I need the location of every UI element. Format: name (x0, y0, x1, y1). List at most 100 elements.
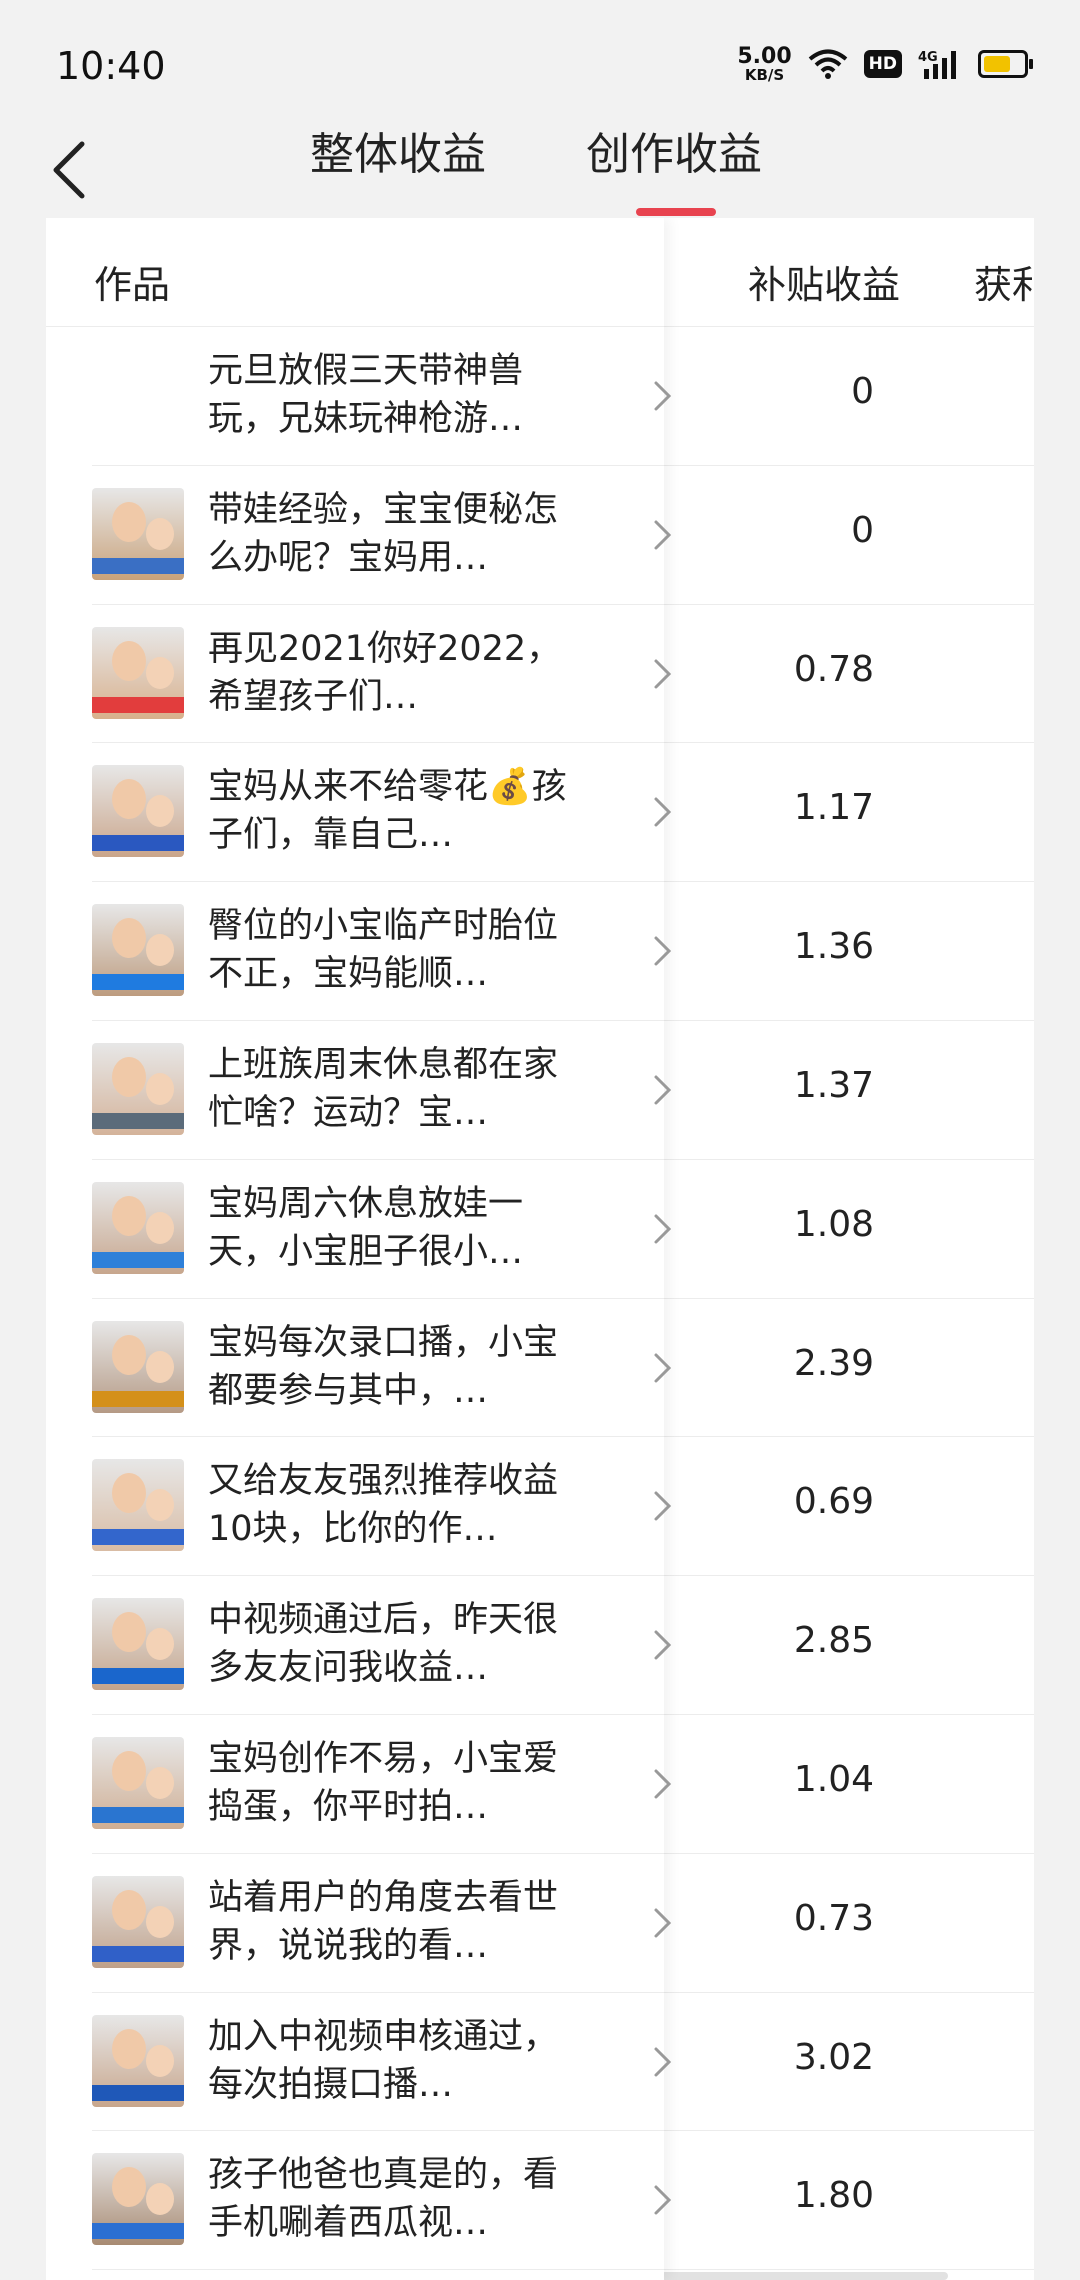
video-thumbnail[interactable] (92, 1875, 184, 1968)
hd-icon: HD (863, 50, 902, 78)
video-title[interactable]: 臀位的小宝临产时胎位不正，宝妈能顺… (208, 902, 578, 998)
table-row-metrics: 1.08 (664, 1160, 1034, 1299)
table-row[interactable]: 再见2021你好2022，希望孩子们… (92, 605, 672, 744)
network-speed: 5.00 KB/S (737, 43, 792, 84)
video-thumbnail[interactable] (92, 765, 184, 858)
chevron-right-icon[interactable] (652, 1212, 674, 1246)
chevron-right-icon[interactable] (652, 1351, 674, 1385)
thumbnail-face (146, 795, 174, 828)
thumbnail-face (146, 1766, 174, 1799)
chevron-right-icon[interactable] (652, 518, 674, 552)
video-thumbnail[interactable] (92, 904, 184, 997)
table-row[interactable]: 孩子他爸也真是的，看手机唰着西瓜视… (92, 2131, 672, 2271)
subsidy-earnings-value: 3.02 (793, 2036, 874, 2078)
table-row[interactable]: 臀位的小宝临产时胎位不正，宝妈能顺… (92, 882, 672, 1021)
subsidy-earnings-value: 2.39 (793, 1342, 874, 1384)
metrics-columns[interactable]: 补贴收益 获利播 0 0 0.78 1.17 1.36 1.37 1.08 2.39 0.69 2… (664, 218, 1034, 2280)
video-title[interactable]: 元旦放假三天带神兽玩，兄妹玩神枪游… (208, 347, 578, 443)
thumbnail-face (112, 1473, 146, 1514)
chevron-right-icon[interactable] (652, 2183, 674, 2217)
video-title[interactable]: 孩子他爸也真是的，看手机唰着西瓜视… (208, 2151, 578, 2247)
table-row-metrics: 2.39 (664, 1299, 1034, 1438)
chevron-right-icon[interactable] (652, 2045, 674, 2079)
thumbnail-face (146, 1489, 174, 1522)
video-title[interactable]: 宝妈周六休息放娃一天，小宝胆子很小… (208, 1180, 578, 1276)
chevron-right-icon[interactable] (652, 795, 674, 829)
table-row[interactable]: 又给友友强烈推荐收益10块，比你的作… (92, 1437, 672, 1577)
table-row-metrics: 2.85 (664, 1576, 1034, 1715)
thumbnail-face (112, 2028, 146, 2069)
subsidy-earnings-value: 1.36 (793, 926, 874, 968)
video-thumbnail[interactable] (92, 2153, 184, 2246)
table-row[interactable]: 元旦放假三天带神兽玩，兄妹玩神枪游… (92, 327, 672, 466)
table-row[interactable]: 站着用户的角度去看世界，说说我的看… (92, 1854, 672, 1993)
thumbnail-face (112, 1750, 146, 1791)
table-row-metrics: 3.02 (664, 1993, 1034, 2132)
subsidy-earnings-value: 1.17 (793, 787, 874, 829)
table-row[interactable]: 上班族周末休息都在家忙啥？运动？宝… (92, 1021, 672, 1160)
table-row-metrics: 0 (664, 466, 1034, 605)
video-title[interactable]: 宝妈从来不给零花💰孩子们，靠自己… (208, 763, 578, 859)
table-row[interactable]: 宝妈从来不给零花💰孩子们，靠自己… (92, 743, 672, 883)
back-arrow-icon[interactable] (40, 130, 100, 210)
thumbnail-face (112, 1056, 146, 1097)
table-row[interactable]: 宝妈周六休息放娃一天，小宝胆子很小… (92, 1160, 672, 1299)
thumbnail-face (146, 656, 174, 689)
thumbnail-face (112, 918, 146, 959)
video-thumbnail[interactable] (92, 487, 184, 580)
table-row-metrics: 0 (664, 327, 1034, 466)
subsidy-earnings-value: 1.37 (793, 1064, 874, 1106)
chevron-right-icon[interactable] (652, 934, 674, 968)
thumbnail-face (146, 934, 174, 967)
thumbnail-caption-bar (92, 835, 184, 852)
video-thumbnail[interactable] (92, 1320, 184, 1413)
chevron-right-icon[interactable] (652, 1073, 674, 1107)
video-title[interactable]: 站着用户的角度去看世界，说说我的看… (208, 1874, 578, 1970)
video-title[interactable]: 加入中视频申核通过，每次拍摄口播… (208, 2013, 578, 2109)
network-speed-value: 5.00 (737, 43, 792, 69)
table-row-metrics: 0.69 (664, 1437, 1034, 1577)
tab-creation-earnings[interactable]: 创作收益 (586, 120, 762, 190)
chevron-right-icon[interactable] (652, 1767, 674, 1801)
video-thumbnail[interactable] (92, 1042, 184, 1135)
thumbnail-face (112, 2167, 146, 2208)
video-title[interactable]: 中视频通过后，昨天很多友友问我收益… (208, 1596, 578, 1692)
subsidy-earnings-value: 0.73 (793, 1897, 874, 1939)
table-row[interactable]: 宝妈创作不易，小宝爱捣蛋，你平时拍… (92, 1715, 672, 1854)
earnings-table[interactable]: 作品 元旦放假三天带神兽玩，兄妹玩神枪游… 带娃经验，宝宝便秘怎么办呢？宝妈用… 再… (46, 218, 1034, 2280)
thumbnail-face (146, 1211, 174, 1244)
video-thumbnail[interactable] (92, 1598, 184, 1691)
video-title[interactable]: 又给友友强烈推荐收益10块，比你的作… (208, 1457, 578, 1553)
subsidy-earnings-value: 2.85 (793, 1620, 874, 1662)
thumbnail-caption-bar (92, 2084, 184, 2101)
chevron-right-icon[interactable] (652, 379, 674, 413)
status-time: 10:40 (56, 44, 166, 88)
chevron-right-icon[interactable] (652, 657, 674, 691)
table-row[interactable]: 宝妈每次录口播，小宝都要参与其中，… (92, 1299, 672, 1438)
table-row[interactable]: 加入中视频申核通过，每次拍摄口播… (92, 1993, 672, 2132)
network-speed-unit: KB/S (744, 65, 785, 84)
table-row[interactable]: 带娃经验，宝宝便秘怎么办呢？宝妈用… (92, 466, 672, 605)
video-thumbnail[interactable] (92, 626, 184, 719)
works-column: 作品 元旦放假三天带神兽玩，兄妹玩神枪游… 带娃经验，宝宝便秘怎么办呢？宝妈用… 再… (46, 218, 672, 2280)
thumbnail-caption-bar (92, 1945, 184, 1962)
video-thumbnail[interactable] (92, 1459, 184, 1552)
video-thumbnail[interactable] (92, 1736, 184, 1829)
thumbnail-face (112, 501, 146, 542)
header: 整体收益 创作收益 (0, 120, 1080, 220)
chevron-right-icon[interactable] (652, 1906, 674, 1940)
video-title[interactable]: 上班族周末休息都在家忙啥？运动？宝… (208, 1041, 578, 1137)
video-title[interactable]: 宝妈每次录口播，小宝都要参与其中，… (208, 1319, 578, 1415)
tab-overall-earnings[interactable]: 整体收益 (310, 120, 486, 190)
video-title[interactable]: 带娃经验，宝宝便秘怎么办呢？宝妈用… (208, 486, 578, 582)
video-title[interactable]: 宝妈创作不易，小宝爱捣蛋，你平时拍… (208, 1735, 578, 1831)
video-thumbnail[interactable] (92, 2014, 184, 2107)
video-thumbnail[interactable] (92, 1181, 184, 1274)
video-title[interactable]: 再见2021你好2022，希望孩子们… (208, 625, 578, 721)
thumbnail-face (146, 517, 174, 550)
thumbnail-face (146, 2183, 174, 2216)
table-row[interactable]: 中视频通过后，昨天很多友友问我收益… (92, 1576, 672, 1715)
chevron-right-icon[interactable] (652, 1489, 674, 1523)
chevron-right-icon[interactable] (652, 1628, 674, 1662)
table-row-metrics: 1.36 (664, 882, 1034, 1021)
